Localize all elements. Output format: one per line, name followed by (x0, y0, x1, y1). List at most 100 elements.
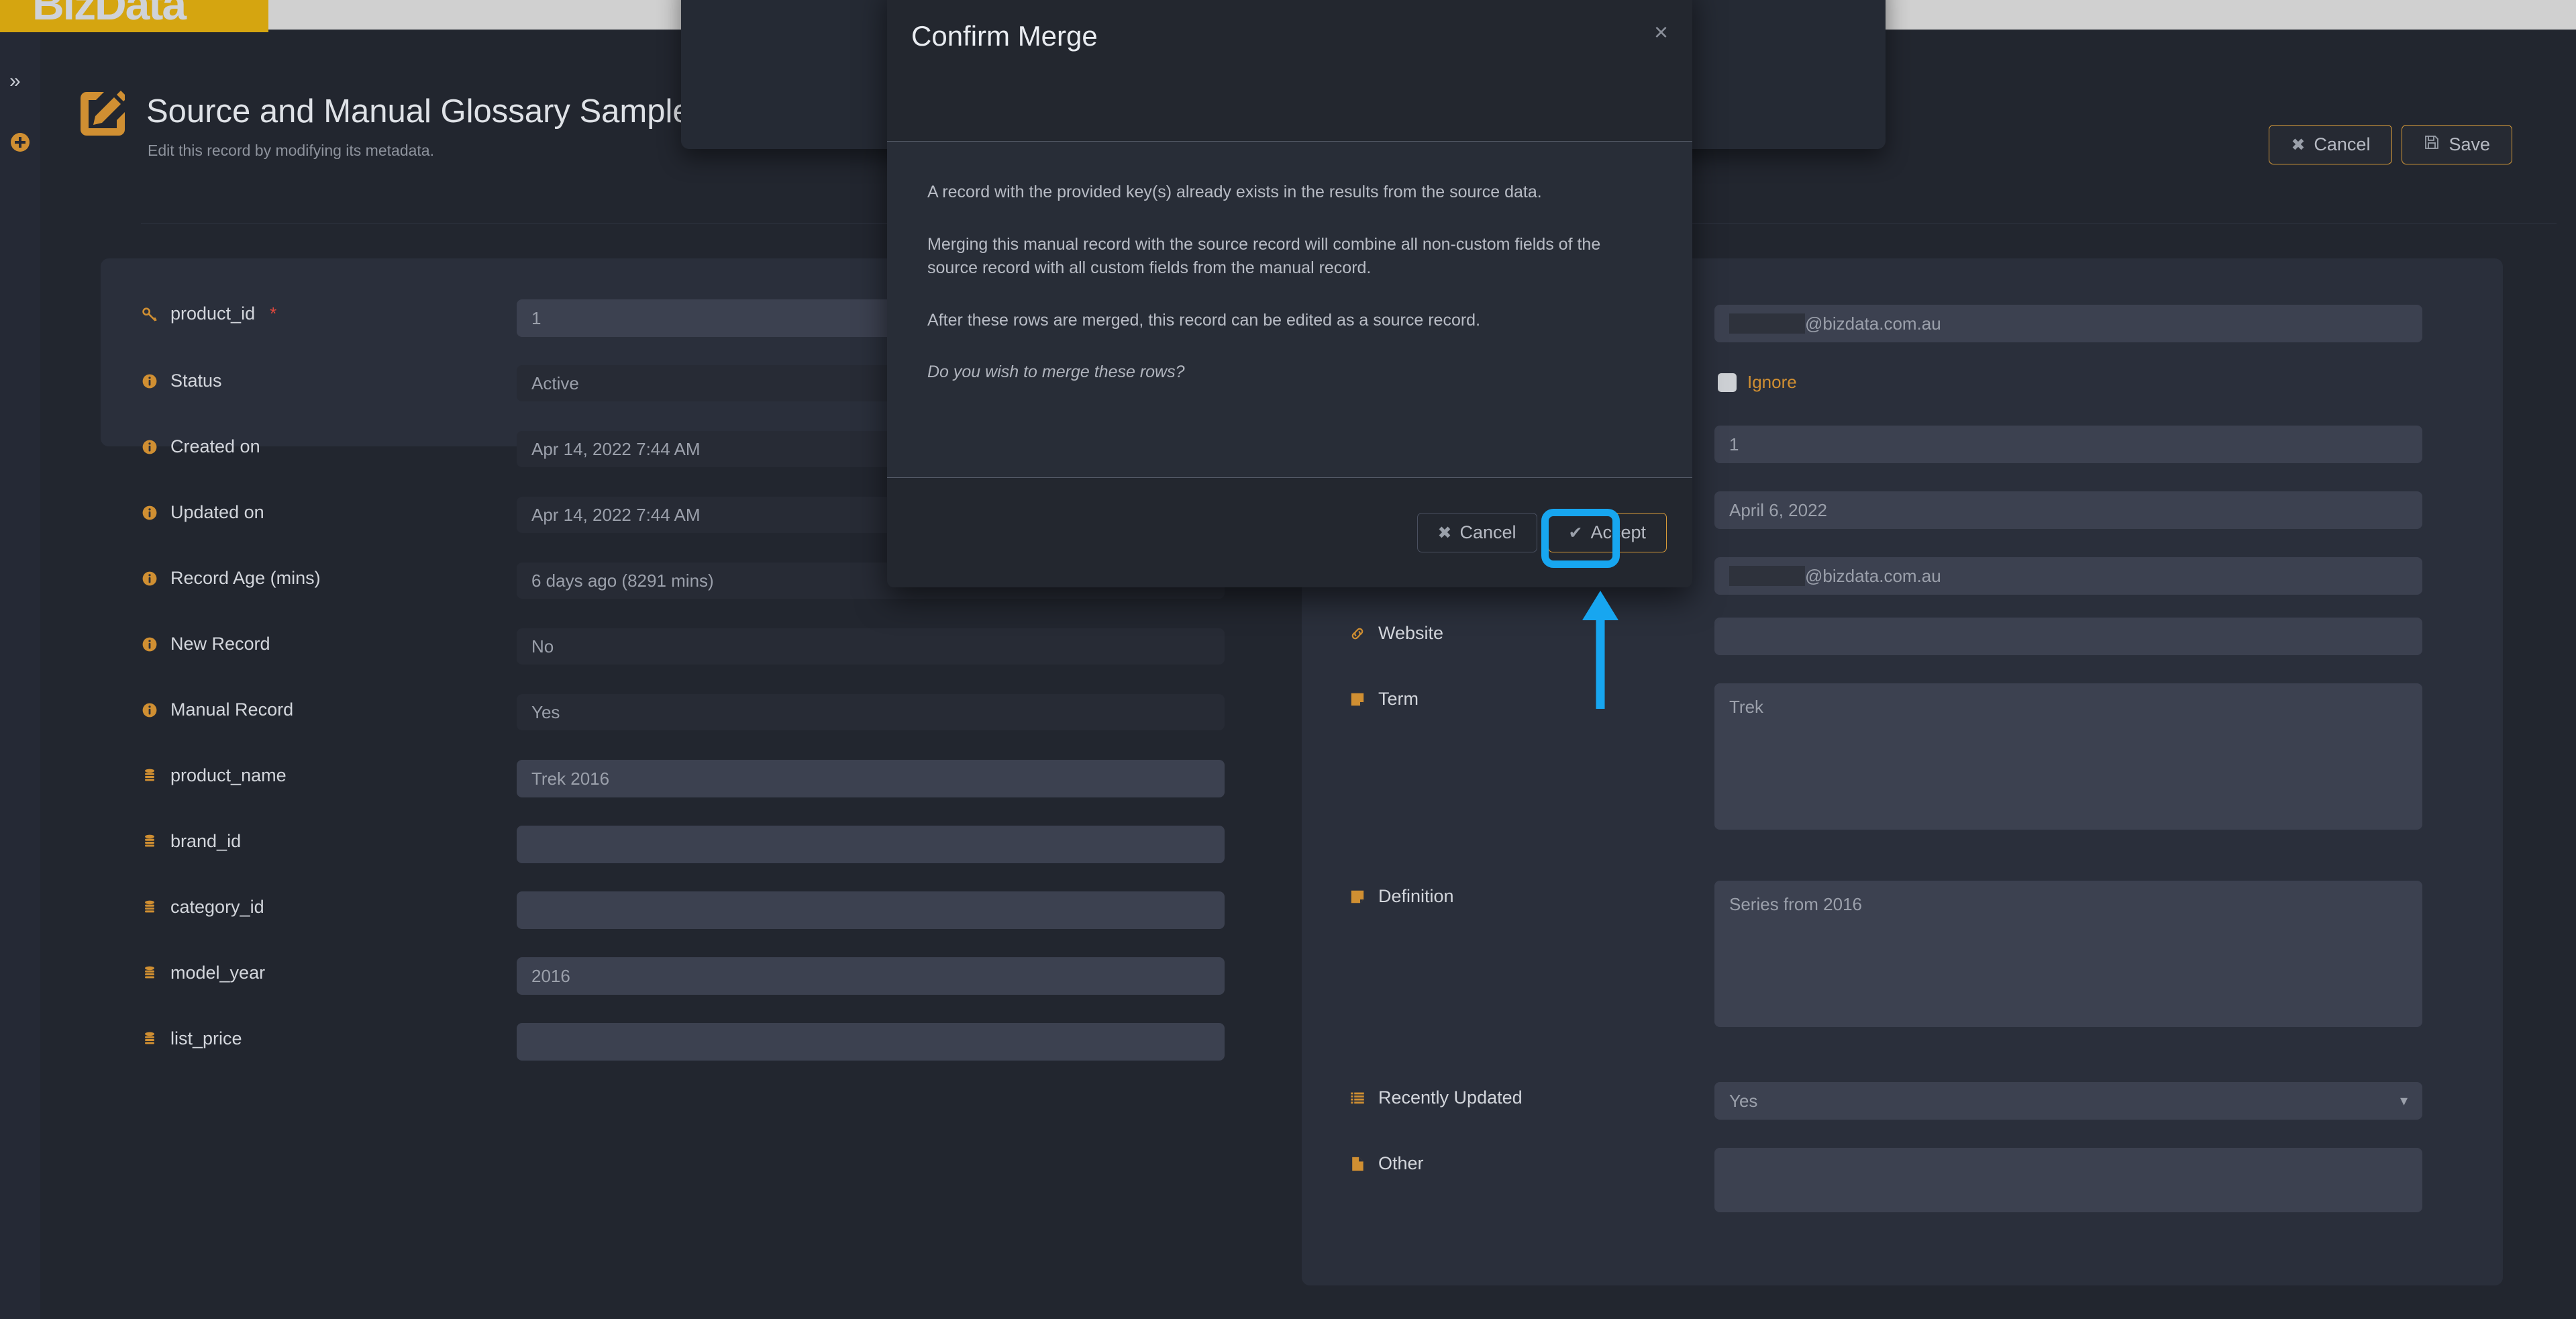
brand-wordmark: BizData (32, 0, 187, 29)
field-label-updated-on: Updated on (141, 502, 264, 523)
field-label-new-record: New Record (141, 634, 270, 654)
modal-paragraph: After these rows are merged, this record… (927, 310, 1481, 330)
modal-question: Do you wish to merge these rows? (927, 362, 1185, 381)
save-button[interactable]: Save (2402, 125, 2512, 164)
field-input-other[interactable] (1714, 1148, 2422, 1212)
field-label-text: Term (1378, 689, 1419, 709)
floppy-disk-icon (2424, 134, 2440, 155)
link-icon (1349, 625, 1366, 642)
field-label-other: Other (1349, 1153, 1424, 1174)
field-input-product-name[interactable]: Trek 2016 (517, 760, 1225, 797)
field-input-manual-record: Yes (517, 694, 1225, 730)
info-icon (141, 504, 158, 522)
field-label-text: Manual Record (170, 699, 294, 720)
database-icon (141, 767, 158, 785)
modal-paragraph: Merging this manual record with the sour… (927, 234, 1601, 278)
field-input-website[interactable] (1714, 618, 2422, 655)
note-icon (1349, 691, 1366, 708)
field-input-model-year[interactable]: 2016 (517, 957, 1225, 995)
field-label-website: Website (1349, 623, 1443, 644)
field-label-recently-updated: Recently Updated (1349, 1087, 1523, 1108)
field-input-new-record: No (517, 628, 1225, 665)
cancel-button-label: Cancel (2314, 134, 2371, 154)
field-label-text: Status (170, 371, 222, 391)
info-icon (141, 570, 158, 587)
modal-body: A record with the provided key(s) alread… (887, 141, 1692, 478)
field-label-product-name: product_name (141, 765, 287, 786)
confirm-merge-modal: Confirm Merge × A record with the provid… (887, 0, 1692, 587)
info-icon (141, 701, 158, 719)
chevron-double-right-icon[interactable]: » (9, 71, 32, 94)
close-icon: ✖ (1437, 523, 1452, 542)
field-label-list-price: list_price (141, 1028, 242, 1049)
database-icon (141, 899, 158, 916)
field-input-value-3[interactable]: @bizdata.com.au (1714, 557, 2422, 595)
field-input-brand-id[interactable] (517, 826, 1225, 863)
ignore-checkbox-row[interactable]: Ignore (1718, 372, 1797, 393)
brand-logo-bar: BizData (0, 0, 268, 32)
field-label-text: Created on (170, 436, 260, 456)
file-icon (1349, 1155, 1366, 1173)
cancel-button[interactable]: ✖ Cancel (2269, 125, 2393, 164)
note-icon (1349, 888, 1366, 906)
database-icon (141, 965, 158, 982)
field-label-text: Updated on (170, 502, 264, 522)
email-domain: @bizdata.com.au (1805, 565, 1941, 586)
field-input-category-id[interactable] (517, 891, 1225, 929)
field-input-value-0[interactable]: @bizdata.com.au (1714, 305, 2422, 342)
field-label-text: product_id (170, 303, 256, 324)
info-icon (141, 438, 158, 456)
select-value: Yes (1729, 1090, 1758, 1111)
modal-paragraph: A record with the provided key(s) alread… (927, 183, 1542, 201)
field-label-product-id: product_id * (141, 303, 276, 324)
info-icon (141, 373, 158, 390)
required-marker: * (270, 303, 277, 324)
field-input-value-1[interactable]: 1 (1714, 426, 2422, 463)
field-label-record-age-mins: Record Age (mins) (141, 568, 321, 589)
save-button-label: Save (2449, 134, 2490, 154)
field-label-definition: Definition (1349, 886, 1454, 907)
field-input-term[interactable]: Trek (1714, 683, 2422, 830)
field-label-text: Definition (1378, 886, 1454, 906)
field-label-text: brand_id (170, 831, 242, 851)
field-label-text: model_year (170, 963, 266, 983)
modal-footer: ✖ Cancel ✔ Accept (887, 478, 1692, 587)
modal-header: Confirm Merge × (887, 0, 1692, 141)
ignore-checkbox-label: Ignore (1747, 372, 1797, 392)
list-icon (1349, 1089, 1366, 1107)
left-sidebar-rail: » (0, 32, 40, 1319)
field-label-text: Website (1378, 623, 1444, 643)
plus-circle-icon[interactable] (11, 133, 30, 152)
check-icon: ✔ (1568, 523, 1583, 542)
close-icon[interactable]: × (1654, 20, 1668, 44)
modal-accept-label: Accept (1590, 522, 1646, 542)
field-label-text: list_price (170, 1028, 242, 1048)
field-label-text: category_id (170, 897, 264, 917)
field-input-recently-updated[interactable]: Yes ▾ (1714, 1082, 2422, 1120)
field-input-list-price[interactable] (517, 1023, 1225, 1061)
field-label-term: Term (1349, 689, 1419, 710)
header-actions: ✖ Cancel Save (2269, 125, 2512, 164)
redacted-value (1729, 313, 1805, 334)
modal-accept-button[interactable]: ✔ Accept (1547, 513, 1667, 552)
field-label-status: Status (141, 371, 222, 391)
email-domain: @bizdata.com.au (1805, 313, 1941, 334)
modal-cancel-button[interactable]: ✖ Cancel (1416, 513, 1537, 552)
field-label-brand-id: brand_id (141, 831, 241, 852)
info-icon (141, 636, 158, 653)
redacted-value (1729, 566, 1805, 586)
database-icon (141, 1030, 158, 1048)
field-label-manual-record: Manual Record (141, 699, 293, 720)
field-label-text: Recently Updated (1378, 1087, 1523, 1108)
field-label-text: product_name (170, 765, 287, 785)
page-title: Source and Manual Glossary Sample (146, 93, 691, 130)
modal-title: Confirm Merge (911, 20, 1098, 52)
edit-record-icon (81, 91, 125, 136)
field-input-value-2[interactable]: April 6, 2022 (1714, 491, 2422, 529)
field-input-definition[interactable]: Series from 2016 (1714, 881, 2422, 1027)
close-icon: ✖ (2291, 135, 2306, 154)
field-label-created-on: Created on (141, 436, 260, 457)
field-label-text: Record Age (mins) (170, 568, 321, 588)
modal-cancel-label: Cancel (1459, 522, 1516, 542)
ignore-checkbox[interactable] (1718, 373, 1737, 392)
